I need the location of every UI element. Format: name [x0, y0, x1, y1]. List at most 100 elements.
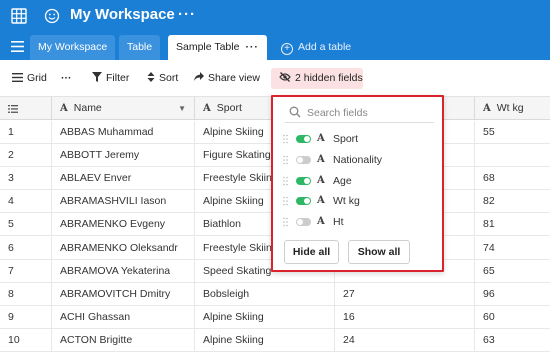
search-icon [289, 106, 301, 118]
row-number[interactable]: 3 [0, 167, 52, 191]
show-all-button[interactable]: Show all [348, 240, 410, 264]
tab-options-button[interactable]: ··· [245, 41, 259, 53]
text-field-icon: A [203, 103, 211, 114]
sort-button[interactable]: Sort [147, 72, 178, 84]
row-number[interactable]: 6 [0, 236, 52, 260]
visibility-toggle[interactable] [296, 218, 311, 227]
cell-sport[interactable]: Alpine Skiing [195, 328, 335, 352]
grid-view-switcher[interactable]: Grid [12, 72, 47, 84]
column-header-wt[interactable]: A Wt kg [475, 97, 550, 120]
hide-fields-popup: A Sport A Nationality A Age A Wt kg A Ht Hide all… [271, 95, 444, 272]
visibility-toggle[interactable] [296, 197, 311, 206]
cell-name[interactable]: ABBAS Muhammad [52, 121, 195, 144]
field-item[interactable]: A Nationality [283, 152, 433, 168]
row-number-header[interactable] [0, 97, 52, 120]
row-number[interactable]: 10 [0, 328, 52, 352]
text-field-icon: A [317, 153, 325, 165]
hide-all-button[interactable]: Hide all [284, 240, 339, 264]
cell-wt[interactable]: 68 [475, 167, 550, 190]
drag-handle-icon[interactable] [283, 217, 288, 227]
view-toolbar: Grid ··· Filter Sort Share view 2 hidden… [0, 60, 550, 97]
grid-view-label: Grid [27, 72, 47, 84]
tab-my-workspace[interactable]: My Workspace [30, 35, 116, 60]
workspace-title[interactable]: My Workspace [70, 6, 175, 23]
visibility-toggle[interactable] [296, 155, 311, 164]
drag-handle-icon[interactable] [283, 134, 288, 144]
cell-wt[interactable]: 74 [475, 237, 550, 260]
cell-age[interactable]: 24 [335, 328, 475, 352]
cell-age[interactable]: 27 [335, 282, 475, 306]
table-tab-bar: My Workspace Table Sample Table ··· + Add … [0, 33, 550, 60]
cell-wt[interactable]: 96 [475, 283, 550, 306]
table-row[interactable]: 8 ABRAMOVITCH Dmitry Bobsleigh 27 96 [0, 282, 550, 306]
tab-table[interactable]: Table [119, 35, 161, 60]
plus-circle-icon: + [281, 43, 293, 55]
view-more-button[interactable]: ··· [61, 72, 72, 84]
share-view-label: Share view [208, 72, 260, 84]
smiley-icon[interactable] [44, 8, 60, 24]
cell-wt[interactable]: 55 [475, 121, 550, 144]
search-fields-box [285, 103, 434, 123]
field-label: Ht [333, 216, 344, 229]
search-fields-input[interactable] [307, 105, 427, 121]
share-icon [194, 72, 204, 81]
row-number[interactable]: 5 [0, 213, 52, 237]
toggle-knob [297, 219, 303, 226]
tab-sample-table[interactable]: Sample Table ··· [168, 35, 267, 60]
cell-wt[interactable]: 63 [475, 329, 550, 352]
cell-age[interactable]: 16 [335, 305, 475, 329]
field-item[interactable]: A Age [283, 173, 433, 189]
column-header-name[interactable]: A Name ▼ [52, 97, 195, 120]
list-view-icon [12, 73, 23, 82]
row-number[interactable]: 4 [0, 190, 52, 214]
app-header: My Workspace ··· [0, 0, 550, 33]
cell-name[interactable]: ABBOTT Jeremy [52, 144, 195, 168]
hidden-fields-button[interactable]: 2 hidden fields [271, 68, 363, 89]
cell-name[interactable]: ACTON Brigitte [52, 328, 195, 352]
table-row[interactable]: 9 ACHI Ghassan Alpine Skiing 16 60 [0, 305, 550, 329]
text-field-icon: A [317, 133, 325, 144]
row-number[interactable]: 1 [0, 121, 52, 144]
cell-name[interactable]: ABRAMENKO Oleksandr [52, 236, 195, 260]
eye-slash-icon [279, 72, 291, 82]
row-number[interactable]: 8 [0, 282, 52, 306]
cell-sport[interactable]: Bobsleigh [195, 282, 335, 306]
sort-icon [147, 72, 155, 82]
drag-handle-icon[interactable] [283, 176, 288, 186]
cell-name[interactable]: ABRAMENKO Evgeny [52, 213, 195, 237]
field-item[interactable]: A Wt kg [283, 193, 433, 209]
chevron-down-icon[interactable]: ▼ [178, 97, 186, 120]
workspace-more-button[interactable]: ··· [178, 6, 196, 23]
field-label: Sport [333, 133, 359, 145]
cell-sport[interactable]: Alpine Skiing [195, 305, 335, 329]
cell-wt[interactable]: 81 [475, 213, 550, 236]
visibility-toggle[interactable] [296, 176, 311, 185]
row-number[interactable]: 2 [0, 144, 52, 168]
drag-handle-icon[interactable] [283, 196, 288, 206]
hamburger-menu-icon[interactable] [11, 41, 24, 52]
text-field-icon: A [317, 174, 325, 186]
cell-name[interactable]: ABRAMASHVILI Iason [52, 190, 195, 214]
cell-name[interactable]: ABRAMOVA Yekaterina [52, 259, 195, 283]
filter-button[interactable]: Filter [92, 72, 129, 84]
cell-name[interactable]: ACHI Ghassan [52, 305, 195, 329]
field-item[interactable]: A Sport [283, 131, 433, 147]
table-row[interactable]: 10 ACTON Brigitte Alpine Skiing 24 63 [0, 328, 550, 352]
add-table-button[interactable]: + Add a table [281, 41, 351, 55]
cell-name[interactable]: ABLAEV Enver [52, 167, 195, 191]
cell-wt[interactable]: 82 [475, 190, 550, 213]
row-number[interactable]: 9 [0, 305, 52, 329]
drag-handle-icon[interactable] [283, 155, 288, 165]
visibility-toggle[interactable] [296, 135, 311, 143]
share-view-button[interactable]: Share view [194, 72, 260, 84]
apps-grid-icon[interactable] [11, 8, 27, 24]
cell-wt[interactable]: 65 [475, 260, 550, 283]
field-item[interactable]: A Ht [283, 214, 433, 230]
text-field-icon: A [60, 103, 68, 114]
cell-wt[interactable] [475, 144, 550, 167]
cell-wt[interactable]: 60 [475, 306, 550, 329]
filter-icon [92, 72, 102, 82]
toggle-knob [304, 136, 310, 142]
row-number[interactable]: 7 [0, 259, 52, 283]
cell-name[interactable]: ABRAMOVITCH Dmitry [52, 282, 195, 306]
